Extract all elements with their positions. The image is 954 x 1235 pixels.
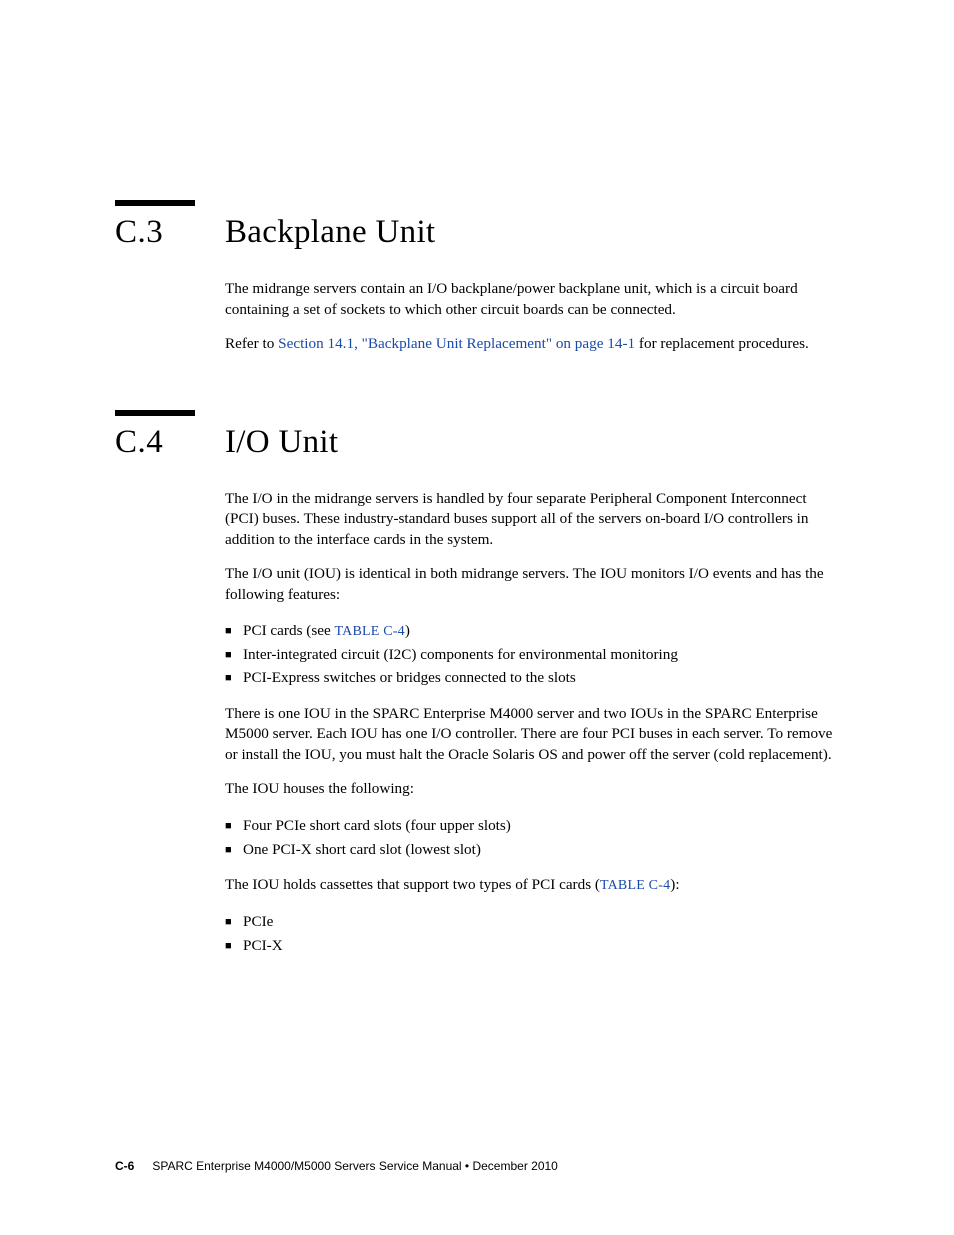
section-title: I/O Unit	[225, 424, 338, 461]
table-ref-link[interactable]: TABLE C-4	[600, 878, 670, 893]
page-footer: C-6 SPARC Enterprise M4000/M5000 Servers…	[115, 1159, 839, 1173]
list-item: ■ Inter-integrated circuit (I2C) compone…	[225, 643, 839, 667]
bullet-icon: ■	[225, 623, 243, 640]
heading-row: C.4 I/O Unit	[115, 424, 839, 461]
paragraph: Refer to Section 14.1, "Backplane Unit R…	[225, 334, 839, 355]
list-item-text: Inter-integrated circuit (I2C) component…	[243, 643, 678, 667]
text-run: Refer to	[225, 335, 278, 352]
list-item: ■ PCI-Express switches or bridges connec…	[225, 666, 839, 690]
body-column: The I/O in the midrange servers is handl…	[225, 489, 839, 958]
paragraph: The I/O unit (IOU) is identical in both …	[225, 564, 839, 605]
document-page: C.3 Backplane Unit The midrange servers …	[0, 0, 954, 957]
bullet-icon: ■	[225, 938, 243, 955]
section-rule	[115, 200, 195, 206]
section-rule	[115, 410, 195, 416]
paragraph: The midrange servers contain an I/O back…	[225, 279, 839, 320]
list-item-text: Four PCIe short card slots (four upper s…	[243, 814, 511, 838]
text-run: The IOU holds cassettes that support two…	[225, 876, 600, 893]
table-ref-link[interactable]: TABLE C-4	[335, 624, 405, 639]
list-item: ■ PCI cards (see TABLE C-4)	[225, 619, 839, 643]
page-number: C-6	[115, 1159, 134, 1173]
paragraph: The IOU holds cassettes that support two…	[225, 875, 839, 896]
list-item: ■ One PCI-X short card slot (lowest slot…	[225, 838, 839, 862]
list-item-text: PCI-Express switches or bridges connecte…	[243, 666, 576, 690]
text-run: for replacement procedures.	[635, 335, 809, 352]
paragraph: The IOU houses the following:	[225, 779, 839, 800]
cross-ref-link[interactable]: Section 14.1, "Backplane Unit Replacemen…	[278, 335, 635, 352]
text-run: )	[405, 622, 410, 639]
text-run: PCI cards (see	[243, 622, 335, 639]
paragraph: There is one IOU in the SPARC Enterprise…	[225, 704, 839, 766]
list-item: ■ Four PCIe short card slots (four upper…	[225, 814, 839, 838]
section-number: C.3	[115, 214, 225, 251]
list-item: ■ PCIe	[225, 910, 839, 934]
bullet-icon: ■	[225, 842, 243, 859]
body-column: The midrange servers contain an I/O back…	[225, 279, 839, 355]
bullet-icon: ■	[225, 670, 243, 687]
section-c3: C.3 Backplane Unit The midrange servers …	[115, 200, 839, 355]
bullet-icon: ■	[225, 647, 243, 664]
bullet-list: ■ Four PCIe short card slots (four upper…	[225, 814, 839, 861]
footer-text: SPARC Enterprise M4000/M5000 Servers Ser…	[152, 1159, 558, 1173]
section-c4: C.4 I/O Unit The I/O in the midrange ser…	[115, 410, 839, 958]
section-number: C.4	[115, 424, 225, 461]
bullet-icon: ■	[225, 914, 243, 931]
text-run: ):	[670, 876, 679, 893]
list-item-text: PCI cards (see TABLE C-4)	[243, 619, 410, 643]
bullet-icon: ■	[225, 818, 243, 835]
bullet-list: ■ PCIe ■ PCI-X	[225, 910, 839, 957]
list-item: ■ PCI-X	[225, 934, 839, 958]
list-item-text: PCIe	[243, 910, 273, 934]
bullet-list: ■ PCI cards (see TABLE C-4) ■ Inter-inte…	[225, 619, 839, 690]
section-title: Backplane Unit	[225, 214, 435, 251]
list-item-text: PCI-X	[243, 934, 283, 958]
list-item-text: One PCI-X short card slot (lowest slot)	[243, 838, 481, 862]
heading-row: C.3 Backplane Unit	[115, 214, 839, 251]
paragraph: The I/O in the midrange servers is handl…	[225, 489, 839, 551]
